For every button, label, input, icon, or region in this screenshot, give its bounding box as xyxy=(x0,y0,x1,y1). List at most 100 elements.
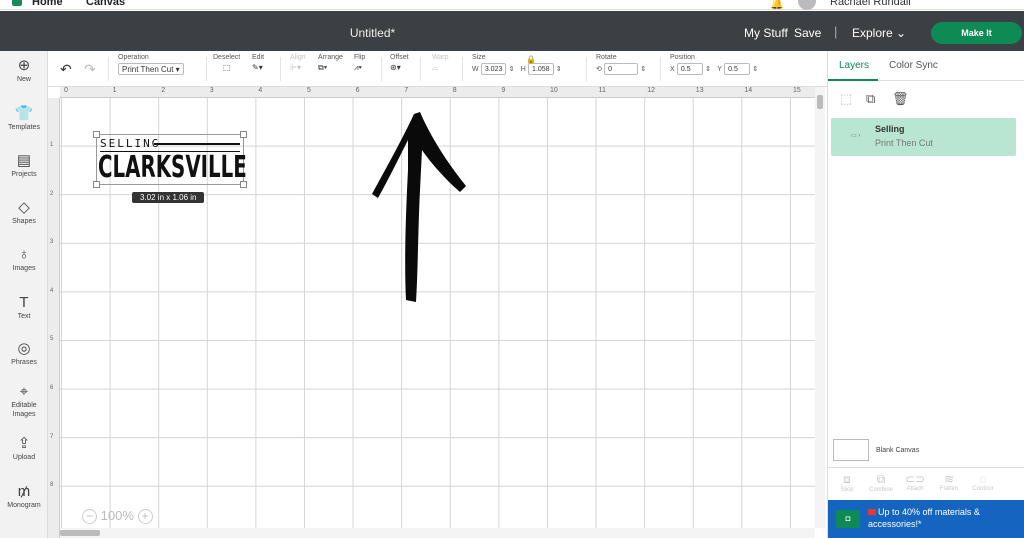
sidebar-item-label: Images xyxy=(12,265,36,272)
design-canvas[interactable]: 0 1 2 3 4 5 6 7 8 9 10 11 12 13 14 15 12345678 SELLING … xyxy=(48,87,827,538)
tab-canvas[interactable]: Canvas xyxy=(86,0,125,8)
arrange-icon[interactable]: ⧉▾ xyxy=(318,63,343,73)
group-icon[interactable]: ⬚ xyxy=(840,91,852,107)
flip-group[interactable]: Flip ⩘▾ xyxy=(354,54,365,73)
avatar[interactable] xyxy=(798,0,816,10)
scroll-thumb[interactable] xyxy=(817,95,823,109)
contour-button[interactable]: ◌ Contour xyxy=(966,472,1000,492)
rotate-label: Rotate xyxy=(596,54,617,61)
zoom-in-button[interactable]: + xyxy=(137,509,153,525)
sidebar-item-label: New xyxy=(16,76,31,83)
sidebar-item-label: Monogram xyxy=(7,502,41,509)
explore-menu[interactable]: Explore ⌄ xyxy=(852,26,906,40)
offset-group[interactable]: Offset ⊛▾ xyxy=(390,54,409,72)
tab-home[interactable]: Home xyxy=(32,0,63,8)
design-text-small: SELLING xyxy=(100,137,161,150)
layer-name: Selling xyxy=(875,124,905,134)
size-label: Size xyxy=(472,54,486,61)
monogram-icon: ₥ xyxy=(17,483,31,500)
bell-icon[interactable]: 🔔 xyxy=(770,0,784,10)
y-input[interactable]: 0.5 xyxy=(724,63,751,75)
sidebar-item-projects[interactable]: ▤ Projects xyxy=(0,152,48,179)
sidebar-item-shapes[interactable]: ◇ Shapes xyxy=(0,199,48,226)
attach-button[interactable]: ⊂⊃ Attach xyxy=(898,472,932,492)
pencil-icon[interactable]: ✎▾ xyxy=(252,63,264,72)
height-label: H xyxy=(520,65,526,73)
rotate-icon[interactable]: ⟲ xyxy=(596,65,602,73)
sidebar-item-new[interactable]: ⊕ New xyxy=(0,57,48,84)
width-stepper[interactable]: ⇕ xyxy=(509,65,515,73)
blank-canvas-label: Blank Canvas xyxy=(876,447,920,454)
redo-icon[interactable]: ↷ xyxy=(84,61,96,78)
deselect-group[interactable]: Deselect ⬚ xyxy=(213,54,240,72)
sidebar-item-upload[interactable]: ⇪ Upload xyxy=(0,435,48,462)
my-stuff-link[interactable]: My Stuff xyxy=(744,26,788,40)
trash-icon[interactable]: 🗑 xyxy=(892,91,909,107)
width-label: W xyxy=(472,65,479,73)
operation-select[interactable]: Print Then Cut ▾ xyxy=(118,63,184,75)
ruler-tick-label: 12 xyxy=(647,87,655,94)
horizontal-scrollbar[interactable] xyxy=(60,528,815,538)
tool-label: Combine xyxy=(868,487,893,493)
resize-handle[interactable] xyxy=(240,131,247,138)
promo-banner[interactable]: ◘ Up to 40% off materials & accessories!… xyxy=(828,500,1024,538)
combine-button[interactable]: ⧉ Combine xyxy=(864,472,898,493)
sidebar-item-images[interactable]: ♁ Images xyxy=(0,246,48,273)
blank-canvas-swatch[interactable] xyxy=(833,439,869,461)
tab-layers[interactable]: Layers xyxy=(839,60,869,71)
edit-toolbar: ↶ ↷ Operation Print Then Cut ▾ Deselect … xyxy=(48,51,827,87)
warp-icon[interactable]: ⌓ xyxy=(432,63,448,73)
align-icon[interactable]: ⊫▾ xyxy=(290,63,306,72)
ruler-tick-label: 6 xyxy=(50,385,54,391)
ruler-tick-label: 4 xyxy=(258,87,263,94)
make-it-button[interactable]: Make It xyxy=(931,22,1022,44)
sidebar-item-phrases[interactable]: ◎ Phrases xyxy=(0,340,48,367)
height-stepper[interactable]: ⇕ xyxy=(556,65,562,73)
upload-icon: ⇪ xyxy=(17,435,31,452)
sidebar-item-templates[interactable]: 👕 Templates xyxy=(0,105,48,132)
sidebar-item-text[interactable]: T Text xyxy=(0,294,48,321)
align-group[interactable]: Align ⊫▾ xyxy=(290,54,306,72)
deselect-icon[interactable]: ⬚ xyxy=(213,63,240,72)
text-icon: T xyxy=(19,294,29,311)
sidebar-item-label: Projects xyxy=(11,171,37,178)
plus-circle-icon: ⊕ xyxy=(17,57,31,74)
rotate-input[interactable]: 0 xyxy=(604,63,639,75)
promo-icon: ◘ xyxy=(836,510,860,528)
width-input[interactable]: 3.023 xyxy=(480,63,507,75)
duplicate-icon[interactable]: ⧉ xyxy=(866,91,875,107)
height-input[interactable]: 1.058 xyxy=(528,63,554,75)
user-name[interactable]: Rachael Rundall xyxy=(830,0,911,8)
tab-color-sync[interactable]: Color Sync xyxy=(889,60,938,71)
design-object[interactable]: SELLING CLARKSVILLE xyxy=(93,131,247,188)
layer-item-selling[interactable]: ▭ › Selling Print Then Cut xyxy=(831,118,1016,156)
explore-label: Explore xyxy=(852,26,893,40)
vertical-scrollbar[interactable] xyxy=(815,87,825,528)
canvas-grid[interactable]: SELLING CLARKSVILLE 3.02 in x 1.06 in − … xyxy=(60,98,815,528)
design-text-big: CLARKSVILLE xyxy=(98,150,247,185)
sidebar-item-monogram[interactable]: ₥ Monogram xyxy=(0,483,48,510)
edit-group[interactable]: Edit ✎▾ xyxy=(252,54,264,72)
sidebar-item-editable-images[interactable]: ⌖ Editable Images xyxy=(0,383,48,419)
flatten-button[interactable]: ≋ Flatten xyxy=(932,472,966,492)
rotate-stepper[interactable]: ⇕ xyxy=(640,65,646,73)
offset-icon[interactable]: ⊛▾ xyxy=(390,63,409,72)
x-input[interactable]: 0.5 xyxy=(676,63,703,75)
divider xyxy=(206,57,207,81)
scroll-thumb[interactable] xyxy=(60,530,100,536)
warp-group[interactable]: Warp ⌓ xyxy=(432,54,448,73)
operation-label: Operation xyxy=(118,54,149,61)
lock-icon[interactable]: 🔒 xyxy=(526,55,536,64)
chevron-down-icon: ⌄ xyxy=(896,26,907,40)
save-button[interactable]: Save xyxy=(794,26,821,40)
arrange-group[interactable]: Arrange ⧉▾ xyxy=(318,54,343,73)
zoom-out-button[interactable]: − xyxy=(82,509,97,525)
flip-icon[interactable]: ⩘▾ xyxy=(354,63,365,73)
y-stepper[interactable]: ⇕ xyxy=(752,65,758,73)
resize-handle[interactable] xyxy=(93,131,100,138)
undo-icon[interactable]: ↶ xyxy=(60,61,72,78)
warp-label: Warp xyxy=(432,54,449,61)
slice-button[interactable]: ⧈ Slice xyxy=(830,472,864,493)
tool-label: Attach xyxy=(906,486,924,492)
x-stepper[interactable]: ⇕ xyxy=(705,65,711,73)
